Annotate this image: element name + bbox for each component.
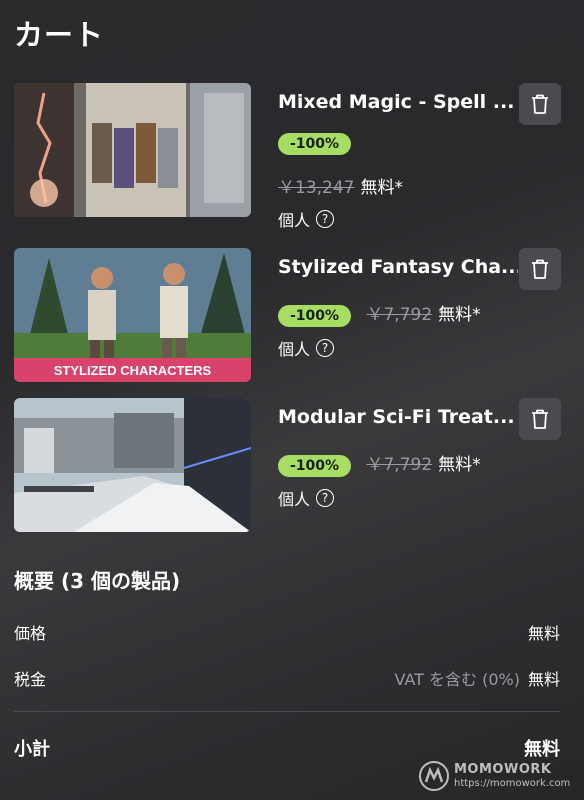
help-icon[interactable]: ? <box>316 489 335 507</box>
page-title: カート <box>14 18 105 52</box>
price-label: 価格 <box>14 624 47 643</box>
cart-item: Mixed Magic - Spell ... -100% ￥13,247 無料*… <box>14 83 570 230</box>
price-value: 無料 <box>527 624 560 643</box>
product-thumbnail[interactable] <box>14 83 251 217</box>
license-type: 個人 <box>278 340 311 359</box>
watermark-name: MOMOWORK <box>454 761 552 777</box>
sale-price: 無料* <box>438 305 481 325</box>
product-name[interactable]: Mixed Magic - Spell ... <box>278 91 518 113</box>
tax-value: 無料 <box>527 670 560 689</box>
watermark-url: https://momowork.com <box>454 777 571 789</box>
license-type: 個人 <box>278 211 311 230</box>
help-icon[interactable]: ? <box>316 339 335 357</box>
trash-icon <box>532 259 548 279</box>
sale-price: 無料* <box>360 178 403 198</box>
cart-item: Modular Sci-Fi Treat... -100% ￥7,792 無料* … <box>14 398 570 532</box>
subtotal-value: 無料 <box>524 739 560 760</box>
product-name[interactable]: Modular Sci-Fi Treat... <box>278 406 518 428</box>
summary-title: 概要 (3 個の製品) <box>14 569 181 593</box>
original-price: ￥7,792 <box>366 455 433 475</box>
thumbnail-banner: STYLIZED CHARACTERS <box>54 363 212 378</box>
discount-badge: -100% <box>278 305 352 327</box>
help-icon[interactable]: ? <box>316 210 335 228</box>
subtotal-row: 小計 無料 <box>14 735 560 761</box>
trash-icon <box>532 94 548 114</box>
discount-badge: -100% <box>278 455 352 477</box>
product-thumbnail[interactable] <box>14 398 251 532</box>
summary-price-row: 価格 無料 <box>14 620 560 644</box>
delete-button[interactable] <box>519 83 561 125</box>
delete-button[interactable] <box>519 398 561 440</box>
sale-price: 無料* <box>438 455 481 475</box>
tax-note: VAT を含む (0%) <box>394 670 520 689</box>
delete-button[interactable] <box>519 248 561 290</box>
cart-item: STYLIZED CHARACTERS Stylized Fantasy Cha… <box>14 248 570 382</box>
divider <box>14 711 560 712</box>
original-price: ￥7,792 <box>366 305 433 325</box>
discount-badge: -100% <box>278 133 352 155</box>
watermark: MOMOWORK https://momowork.com <box>418 760 570 792</box>
product-name[interactable]: Stylized Fantasy Cha... <box>278 256 518 278</box>
summary-tax-row: 税金 VAT を含む (0%) 無料 <box>14 666 560 690</box>
tax-label: 税金 <box>14 670 47 689</box>
original-price: ￥13,247 <box>278 178 355 198</box>
license-type: 個人 <box>278 490 311 509</box>
trash-icon <box>532 409 548 429</box>
product-thumbnail[interactable]: STYLIZED CHARACTERS <box>14 248 251 382</box>
watermark-logo-icon <box>419 761 449 791</box>
subtotal-label: 小計 <box>14 739 50 760</box>
